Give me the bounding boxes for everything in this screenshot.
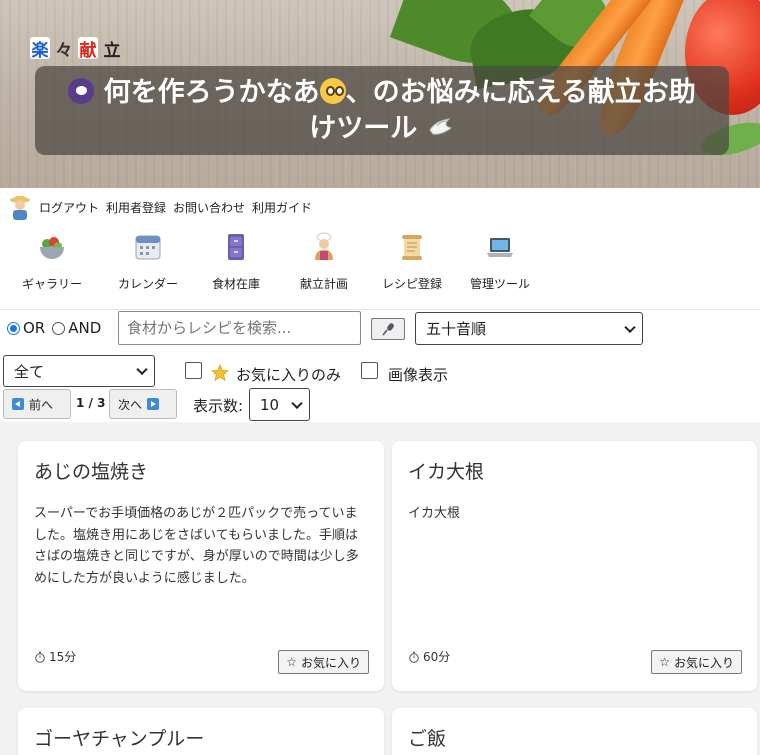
nav-label: 献立計画 <box>299 277 348 291</box>
page-title: 何を作ろうかなあ 、のお悩みに応える献立お助けツール <box>65 75 699 147</box>
arrow-right-icon <box>147 398 160 410</box>
recipe-card[interactable]: ご飯 <box>392 708 757 755</box>
favorite-button-label: お気に入り <box>300 655 361 670</box>
logo-char: 々 <box>55 40 73 61</box>
recipe-card[interactable]: イカ大根 イカ大根 60分 ☆ お気に入り <box>392 441 757 691</box>
farmer-avatar-icon <box>10 196 30 220</box>
star-outline-icon: ☆ <box>286 655 297 669</box>
logo-char: 楽 <box>30 37 50 61</box>
chevron-down-icon <box>624 321 636 333</box>
nav-admin[interactable]: 管理ツール <box>456 228 544 298</box>
nav-label: レシピ登録 <box>381 277 442 291</box>
user-menu: ログアウト 利用者登録 お問い合わせ 利用ガイド <box>8 193 312 221</box>
contact-link[interactable]: お問い合わせ <box>173 199 245 216</box>
nav-recipe-register[interactable]: レシピ登録 <box>368 228 456 298</box>
nav-label: 管理ツール <box>469 277 530 291</box>
prev-page-label: 前へ <box>29 397 54 412</box>
stopwatch-icon <box>409 651 419 663</box>
title-box: 何を作ろうかなあ 、のお悩みに応える献立お助けツール <box>35 66 729 155</box>
file-cabinet-icon <box>228 234 244 260</box>
next-page-button[interactable]: 次へ <box>109 389 177 419</box>
recipe-title: イカ大根 <box>408 461 485 483</box>
favorite-button-label: お気に入り <box>673 655 734 670</box>
favorite-button[interactable]: ☆ お気に入り <box>651 650 742 674</box>
category-select-value: 全て <box>14 362 45 381</box>
show-images-checkbox[interactable] <box>361 362 378 379</box>
category-select[interactable]: 全て <box>3 355 155 387</box>
cook-time-value: 60分 <box>423 650 451 664</box>
calendar-icon <box>135 235 161 260</box>
cook-time-value: 15分 <box>49 650 77 664</box>
mode-and-label: AND <box>68 319 102 337</box>
recipe-title: ゴーヤチャンプルー <box>34 728 205 750</box>
recipe-card[interactable]: あじの塩焼き スーパーでお手頃価格のあじが２匹パックで売っていました。塩焼き用に… <box>18 441 384 691</box>
nav-label: カレンダー <box>117 277 178 291</box>
divider <box>0 309 760 310</box>
favorite-button[interactable]: ☆ お気に入り <box>278 650 369 674</box>
site-logo[interactable]: 楽 々 献 立 <box>30 37 122 61</box>
cook-time: 15分 <box>34 648 76 665</box>
guide-link[interactable]: 利用ガイド <box>252 199 312 216</box>
nav-stock[interactable]: 食材在庫 <box>192 228 280 298</box>
sort-select-value: 五十音順 <box>426 320 487 338</box>
chevron-down-icon <box>291 397 303 409</box>
per-page-label: 表示数: <box>193 397 244 415</box>
cook-icon <box>315 232 333 260</box>
frying-pan-icon <box>68 77 95 104</box>
nav-label: 食材在庫 <box>211 277 260 291</box>
mode-and-radio[interactable] <box>52 321 66 335</box>
recipe-title: ご飯 <box>408 728 447 750</box>
star-icon <box>211 364 229 382</box>
per-page-select[interactable]: 10 <box>249 388 310 421</box>
arrow-left-icon <box>12 398 24 410</box>
main-nav: ギャラリー カレンダー 食材在庫 献立計画 レシピ登録 管理ツール <box>0 228 544 298</box>
search-mode-group: OR AND <box>7 311 108 345</box>
nav-gallery[interactable]: ギャラリー <box>0 228 104 298</box>
next-page-label: 次へ <box>118 397 143 412</box>
logo-char: 立 <box>103 40 121 61</box>
chevron-down-icon <box>136 363 148 376</box>
logo-char: 献 <box>78 37 98 61</box>
favorites-only-label: お気に入りのみ <box>236 366 342 384</box>
salad-bowl-icon <box>40 237 64 259</box>
header-banner: 楽 々 献 立 何を作ろうかなあ 、のお悩みに応える献立お助けツール <box>0 0 760 188</box>
mode-or-label: OR <box>23 319 46 337</box>
show-images-label: 画像表示 <box>388 366 449 384</box>
page-indicator: 1 / 3 <box>76 396 106 410</box>
cook-time: 60分 <box>408 648 450 665</box>
worried-face-icon <box>319 77 346 104</box>
sort-select[interactable]: 五十音順 <box>415 312 643 345</box>
dove-icon <box>429 117 452 135</box>
laptop-icon <box>487 238 513 257</box>
title-text: 何を作ろうかなあ <box>103 76 320 108</box>
voice-search-button[interactable] <box>371 318 405 340</box>
microphone-icon <box>382 323 394 336</box>
register-link[interactable]: 利用者登録 <box>106 199 166 216</box>
title-text-tail: 、のお悩みに応える献立お助けツール <box>309 76 696 144</box>
recipe-description: イカ大根 <box>408 506 461 521</box>
ingredient-search-input[interactable] <box>118 311 361 345</box>
favorites-only-checkbox[interactable] <box>185 362 202 379</box>
nav-label: ギャラリー <box>21 277 82 291</box>
nav-calendar[interactable]: カレンダー <box>104 228 192 298</box>
star-outline-icon: ☆ <box>659 655 670 669</box>
stopwatch-icon <box>35 651 45 663</box>
per-page-value: 10 <box>260 395 280 414</box>
recipe-card[interactable]: ゴーヤチャンプルー <box>18 708 384 755</box>
scroll-icon <box>402 235 422 260</box>
logout-link[interactable]: ログアウト <box>39 199 99 216</box>
recipe-description: スーパーでお手頃価格のあじが２匹パックで売っていました。塩焼き用にあじをさばいて… <box>34 506 359 586</box>
prev-page-button[interactable]: 前へ <box>3 389 71 419</box>
recipe-title: あじの塩焼き <box>34 461 149 483</box>
mode-or-radio[interactable] <box>7 321 20 335</box>
nav-plan[interactable]: 献立計画 <box>280 228 368 298</box>
